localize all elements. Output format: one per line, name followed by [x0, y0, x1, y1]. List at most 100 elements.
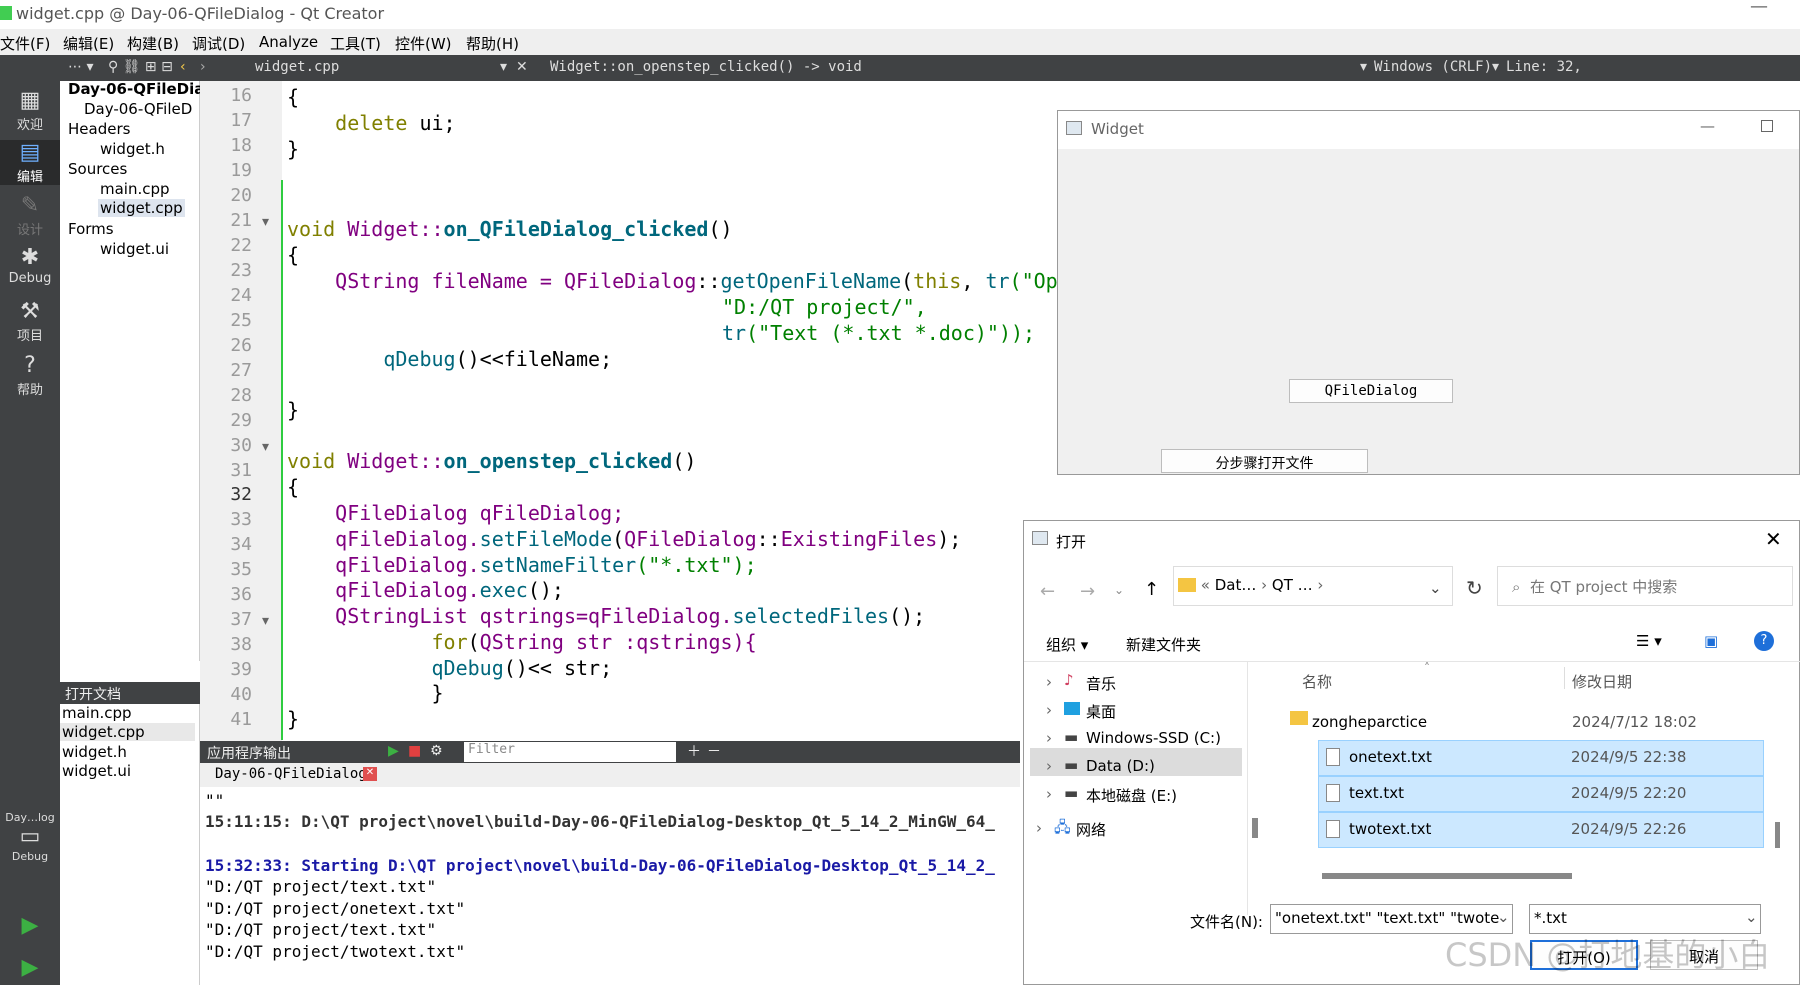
function-selector[interactable]: Widget::on_openstep_clicked() -> void	[550, 59, 862, 75]
column-date[interactable]: 修改日期	[1572, 671, 1632, 692]
menu-build[interactable]: 构建(B)	[127, 33, 179, 54]
help-icon[interactable]: ?	[1754, 631, 1774, 651]
nav-drive-c[interactable]: Windows-SSD (C:)	[1086, 729, 1221, 747]
refresh-icon[interactable]: ↻	[1466, 576, 1483, 600]
tree-widget-h[interactable]: widget.h	[100, 140, 165, 158]
fold-toggle-icon[interactable]: ▾	[262, 214, 269, 230]
menu-controls[interactable]: 控件(W)	[395, 33, 452, 54]
expand-icon[interactable]: ›	[1046, 757, 1052, 775]
menu-help[interactable]: 帮助(H)	[466, 33, 519, 54]
settings-icon[interactable]: ⚙	[430, 743, 443, 759]
output-tab[interactable]: Day-06-QFileDialog	[215, 766, 367, 782]
recent-dropdown-icon[interactable]: ⌄	[1114, 583, 1124, 597]
open-doc-item[interactable]: widget.ui	[62, 762, 131, 780]
mode-debug[interactable]: ✱ Debug	[0, 245, 60, 286]
eol-selector[interactable]: Windows (CRLF)	[1374, 59, 1492, 75]
back-icon[interactable]: ←	[1040, 581, 1055, 602]
fold-toggle-icon[interactable]: ▾	[262, 439, 269, 455]
tree-pro-file[interactable]: Day-06-QFileD	[84, 100, 192, 118]
mode-projects[interactable]: ⚒ 项目	[0, 299, 60, 344]
expand-icon[interactable]: ›	[1036, 819, 1042, 837]
nav-desktop[interactable]: 桌面	[1086, 701, 1116, 722]
maximize-icon[interactable]	[1761, 120, 1773, 132]
debug-run-button[interactable]: ▶	[0, 955, 60, 981]
file-name[interactable]: zongheparctice	[1312, 713, 1427, 731]
menu-debug[interactable]: 调试(D)	[192, 33, 245, 54]
tree-forms[interactable]: Forms	[68, 220, 114, 238]
more-icon[interactable]: ⋯ ▾	[68, 59, 93, 75]
kit-selector[interactable]: Day…log ▭ Debug	[0, 811, 60, 863]
open-doc-item[interactable]: widget.cpp	[60, 723, 195, 741]
up-icon[interactable]: ↑	[1144, 579, 1159, 600]
stop-icon[interactable]: ■	[408, 743, 421, 759]
expand-icon[interactable]: ›	[1046, 729, 1052, 747]
tree-main-cpp[interactable]: main.cpp	[100, 180, 170, 198]
close-icon[interactable]: ✕	[1765, 527, 1782, 551]
forward-icon[interactable]: →	[1080, 581, 1095, 602]
tree-sources[interactable]: Sources	[68, 160, 127, 178]
mode-help[interactable]: ? 帮助	[0, 353, 60, 398]
menu-analyze[interactable]: Analyze	[259, 33, 318, 51]
qfiledialog-button[interactable]: QFileDialog	[1289, 379, 1453, 403]
view-icon[interactable]: ☰ ▾	[1636, 632, 1662, 650]
path-dropdown-icon[interactable]: ⌄	[1429, 579, 1442, 597]
line-number: 33	[230, 509, 252, 530]
path-segment[interactable]: QT …	[1272, 576, 1313, 594]
fold-toggle-icon[interactable]: ▾	[262, 613, 269, 629]
code-line: "D:/QT project/",	[722, 295, 927, 319]
menu-file[interactable]: 文件(F)	[0, 33, 50, 54]
output-filter-input[interactable]: Filter	[464, 742, 676, 762]
mode-design[interactable]: ✎ 设计	[0, 193, 60, 238]
file-vscrollbar[interactable]	[1775, 822, 1780, 848]
tree-headers[interactable]: Headers	[68, 120, 130, 138]
run-icon[interactable]: ▶	[388, 743, 399, 759]
mode-edit[interactable]: ▤ 编辑	[0, 140, 60, 185]
filter-dropdown-icon[interactable]: ⌄	[1745, 908, 1758, 926]
tree-widget-cpp[interactable]: widget.cpp	[98, 199, 185, 217]
line-indicator[interactable]: Line: 32,	[1506, 59, 1582, 75]
forward-arrow-icon[interactable]: ›	[200, 59, 206, 75]
output-line: "D:/QT project/text.txt"	[205, 920, 437, 939]
line-number: 19	[230, 160, 252, 181]
nav-network[interactable]: 网络	[1076, 819, 1106, 840]
close-tab-icon[interactable]: ✕	[363, 767, 377, 781]
nav-drive-d[interactable]: Data (D:)	[1086, 757, 1155, 775]
nav-scrollbar[interactable]	[1252, 818, 1258, 838]
expand-icon[interactable]: ›	[1046, 673, 1052, 691]
menu-edit[interactable]: 编辑(E)	[63, 33, 114, 54]
file-hscrollbar[interactable]	[1322, 873, 1572, 879]
tree-widget-ui[interactable]: widget.ui	[100, 240, 169, 258]
file-dropdown-icon[interactable]: ▾	[500, 59, 507, 75]
minimize-button[interactable]: —	[1750, 0, 1768, 17]
add-icon[interactable]: ＋	[687, 741, 701, 761]
line-number: 27	[230, 360, 252, 381]
search-input[interactable]: ⌕ 在 QT project 中搜索	[1497, 566, 1793, 606]
back-arrow-icon[interactable]: ‹	[180, 59, 186, 75]
nav-drive-e[interactable]: 本地磁盘 (E:)	[1086, 785, 1177, 806]
open-doc-item[interactable]: main.cpp	[62, 704, 132, 722]
nav-music[interactable]: 音乐	[1086, 673, 1116, 694]
address-bar[interactable]: « Dat… › QT … ›	[1173, 566, 1453, 606]
filter-icon[interactable]: ⚲ ⛓ ⊞ ⊟	[108, 59, 173, 75]
organize-button[interactable]: 组织 ▾	[1046, 634, 1088, 655]
open-doc-item[interactable]: widget.h	[62, 743, 127, 761]
minimize-icon[interactable]: —	[1700, 117, 1715, 135]
column-name[interactable]: 名称	[1302, 671, 1332, 692]
path-segment[interactable]: Dat…	[1215, 576, 1257, 594]
expand-icon[interactable]: ›	[1046, 785, 1052, 803]
close-file-icon[interactable]: ✕	[516, 59, 528, 75]
expand-icon[interactable]: ›	[1046, 701, 1052, 719]
menu-tools[interactable]: 工具(T)	[330, 33, 381, 54]
new-folder-button[interactable]: 新建文件夹	[1126, 634, 1201, 655]
mode-welcome[interactable]: ▦ 欢迎	[0, 88, 60, 133]
run-button[interactable]: ▶	[0, 913, 60, 939]
filename-dropdown-icon[interactable]: ⌄	[1497, 908, 1510, 926]
file-selector[interactable]: widget.cpp	[255, 59, 339, 75]
preview-pane-icon[interactable]: ▣	[1704, 632, 1718, 650]
file-name[interactable]: onetext.txt	[1349, 748, 1432, 766]
file-name[interactable]: twotext.txt	[1349, 820, 1431, 838]
tree-root[interactable]: Day-06-QFileDia	[68, 80, 204, 98]
minus-icon[interactable]: －	[707, 741, 721, 761]
open-step-button[interactable]: 分步骤打开文件	[1161, 449, 1368, 473]
file-name[interactable]: text.txt	[1349, 784, 1404, 802]
